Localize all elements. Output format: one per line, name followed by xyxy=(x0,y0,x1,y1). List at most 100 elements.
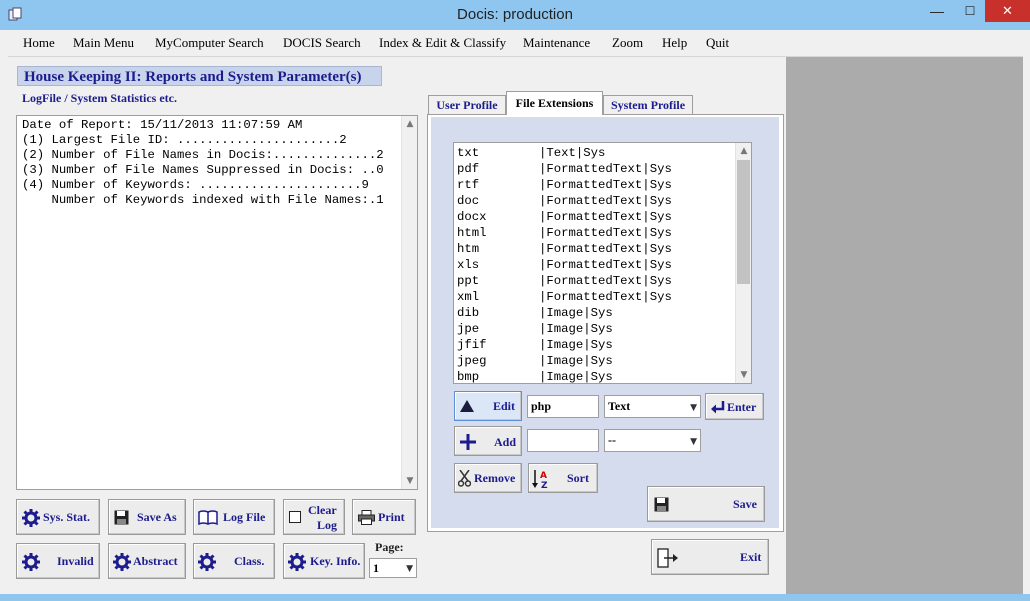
list-item[interactable]: jpe |Image|Sys xyxy=(457,321,737,337)
menu-zoom[interactable]: Zoom xyxy=(612,35,643,51)
clear-log-label-line1: Clear xyxy=(308,503,337,517)
floppy-icon xyxy=(114,510,129,525)
page-title: House Keeping II: Reports and System Par… xyxy=(17,66,382,86)
enter-icon xyxy=(711,401,725,414)
report-textbox[interactable]: Date of Report: 15/11/2013 11:07:59 AM (1… xyxy=(16,115,418,490)
page-select[interactable]: 1 ▼ xyxy=(369,558,417,578)
gear-icon xyxy=(22,509,40,527)
remove-button[interactable]: Remove xyxy=(454,463,522,493)
scroll-thumb[interactable] xyxy=(737,160,750,284)
new-type-select[interactable]: -- ▼ xyxy=(604,429,701,452)
key-info-button[interactable]: Key. Info. xyxy=(283,543,365,579)
maximize-button[interactable]: ☐ xyxy=(955,0,985,22)
key-info-label: Key. Info. xyxy=(310,554,361,568)
page-select-value: 1 xyxy=(373,561,379,575)
menu-docis-search[interactable]: DOCIS Search xyxy=(283,35,361,51)
save-as-label: Save As xyxy=(137,510,177,524)
scroll-down-icon[interactable]: ▼ xyxy=(402,473,418,489)
save-label: Save xyxy=(733,497,757,511)
list-item[interactable]: xls |FormattedText|Sys xyxy=(457,257,737,273)
triangle-up-icon xyxy=(460,400,474,412)
sys-stat-label: Sys. Stat. xyxy=(43,510,91,524)
new-type-select-value: -- xyxy=(608,433,616,447)
scissors-icon xyxy=(458,470,471,487)
enter-label: Enter xyxy=(727,400,757,414)
sys-stat-button[interactable]: Sys. Stat. xyxy=(16,499,100,535)
clear-log-button[interactable]: Clear Log xyxy=(283,499,345,535)
close-button[interactable]: ✕ xyxy=(985,0,1030,22)
list-item[interactable]: jfif |Image|Sys xyxy=(457,337,737,353)
abstract-label: Abstract xyxy=(133,554,178,568)
class-label: Class. xyxy=(234,554,265,568)
window-border xyxy=(0,594,1030,601)
exit-button[interactable]: Exit xyxy=(651,539,769,575)
list-item[interactable]: html |FormattedText|Sys xyxy=(457,225,737,241)
empty-area xyxy=(786,57,1023,594)
extension-input[interactable]: php xyxy=(527,395,599,418)
menu-mycomputer-search[interactable]: MyComputer Search xyxy=(155,35,264,51)
report-text: Date of Report: 15/11/2013 11:07:59 AM (1… xyxy=(22,118,384,208)
scroll-down-icon[interactable]: ▼ xyxy=(736,367,751,383)
list-item[interactable]: doc |FormattedText|Sys xyxy=(457,193,737,209)
page-subtitle: LogFile / System Statistics etc. xyxy=(22,91,177,105)
sort-button[interactable]: AZ Sort xyxy=(528,463,598,493)
type-select[interactable]: Text ▼ xyxy=(604,395,701,418)
print-button[interactable]: Print xyxy=(352,499,416,535)
menu-quit[interactable]: Quit xyxy=(706,35,729,51)
new-extension-input[interactable] xyxy=(527,429,599,452)
tab-file-extensions[interactable]: File Extensions xyxy=(506,91,603,115)
scroll-up-icon[interactable]: ▲ xyxy=(736,143,751,159)
enter-button[interactable]: Enter xyxy=(705,393,764,420)
window-title: Docis: production xyxy=(457,6,573,23)
list-item[interactable]: docx |FormattedText|Sys xyxy=(457,209,737,225)
invalid-label: Invalid xyxy=(57,554,94,568)
log-file-label: Log File xyxy=(223,510,266,524)
save-button[interactable]: Save xyxy=(647,486,765,522)
menu-help[interactable]: Help xyxy=(662,35,687,51)
exit-icon xyxy=(657,548,678,568)
invalid-button[interactable]: Invalid xyxy=(16,543,100,579)
add-button[interactable]: Add xyxy=(454,426,522,456)
remove-label: Remove xyxy=(474,471,516,485)
list-item[interactable]: htm |FormattedText|Sys xyxy=(457,241,737,257)
edit-button[interactable]: Edit xyxy=(454,391,522,421)
list-item[interactable]: jpeg |Image|Sys xyxy=(457,353,737,369)
checkbox-icon xyxy=(289,511,301,523)
minimize-button[interactable]: — xyxy=(922,0,952,22)
gear-icon xyxy=(198,553,216,571)
tab-user-profile[interactable]: User Profile xyxy=(428,95,506,115)
list-item[interactable]: bmp |Image|Sys xyxy=(457,369,737,383)
menu-index-edit-classify[interactable]: Index & Edit & Classify xyxy=(379,35,506,51)
list-item[interactable]: xml |FormattedText|Sys xyxy=(457,289,737,305)
add-label: Add xyxy=(494,435,517,449)
list-item[interactable]: rtf |FormattedText|Sys xyxy=(457,177,737,193)
sort-label: Sort xyxy=(567,471,589,485)
menu-bar: Home Main Menu MyComputer Search DOCIS S… xyxy=(8,30,1023,57)
print-label: Print xyxy=(378,510,405,524)
abstract-button[interactable]: Abstract xyxy=(108,543,186,579)
log-file-button[interactable]: Log File xyxy=(193,499,275,535)
menu-maintenance[interactable]: Maintenance xyxy=(523,35,590,51)
list-item[interactable]: ppt |FormattedText|Sys xyxy=(457,273,737,289)
report-scrollbar[interactable]: ▲ ▼ xyxy=(401,116,417,489)
menu-home[interactable]: Home xyxy=(23,35,55,51)
scroll-up-icon[interactable]: ▲ xyxy=(402,116,418,132)
sort-az-icon: AZ xyxy=(532,470,548,490)
report-line: Number of Keywords indexed with File Nam… xyxy=(22,193,384,207)
list-item[interactable]: txt |Text|Sys xyxy=(457,145,737,161)
svg-text:Z: Z xyxy=(541,481,548,490)
page-label: Page: xyxy=(375,540,404,554)
tab-system-profile[interactable]: System Profile xyxy=(603,95,693,115)
gear-icon xyxy=(22,553,40,571)
list-item[interactable]: pdf |FormattedText|Sys xyxy=(457,161,737,177)
class-button[interactable]: Class. xyxy=(193,543,275,579)
report-line: (1) Largest File ID: ...................… xyxy=(22,133,347,147)
extension-list[interactable]: txt |Text|Sys pdf |FormattedText|Sys rtf |F… xyxy=(453,142,752,384)
chevron-down-icon: ▼ xyxy=(406,564,413,574)
report-line: (4) Number of Keywords: ................… xyxy=(22,178,369,192)
svg-text:A: A xyxy=(540,471,547,481)
save-as-button[interactable]: Save As xyxy=(108,499,186,535)
extension-list-scrollbar[interactable]: ▲ ▼ xyxy=(735,143,751,383)
list-item[interactable]: dib |Image|Sys xyxy=(457,305,737,321)
menu-main-menu[interactable]: Main Menu xyxy=(73,35,134,51)
